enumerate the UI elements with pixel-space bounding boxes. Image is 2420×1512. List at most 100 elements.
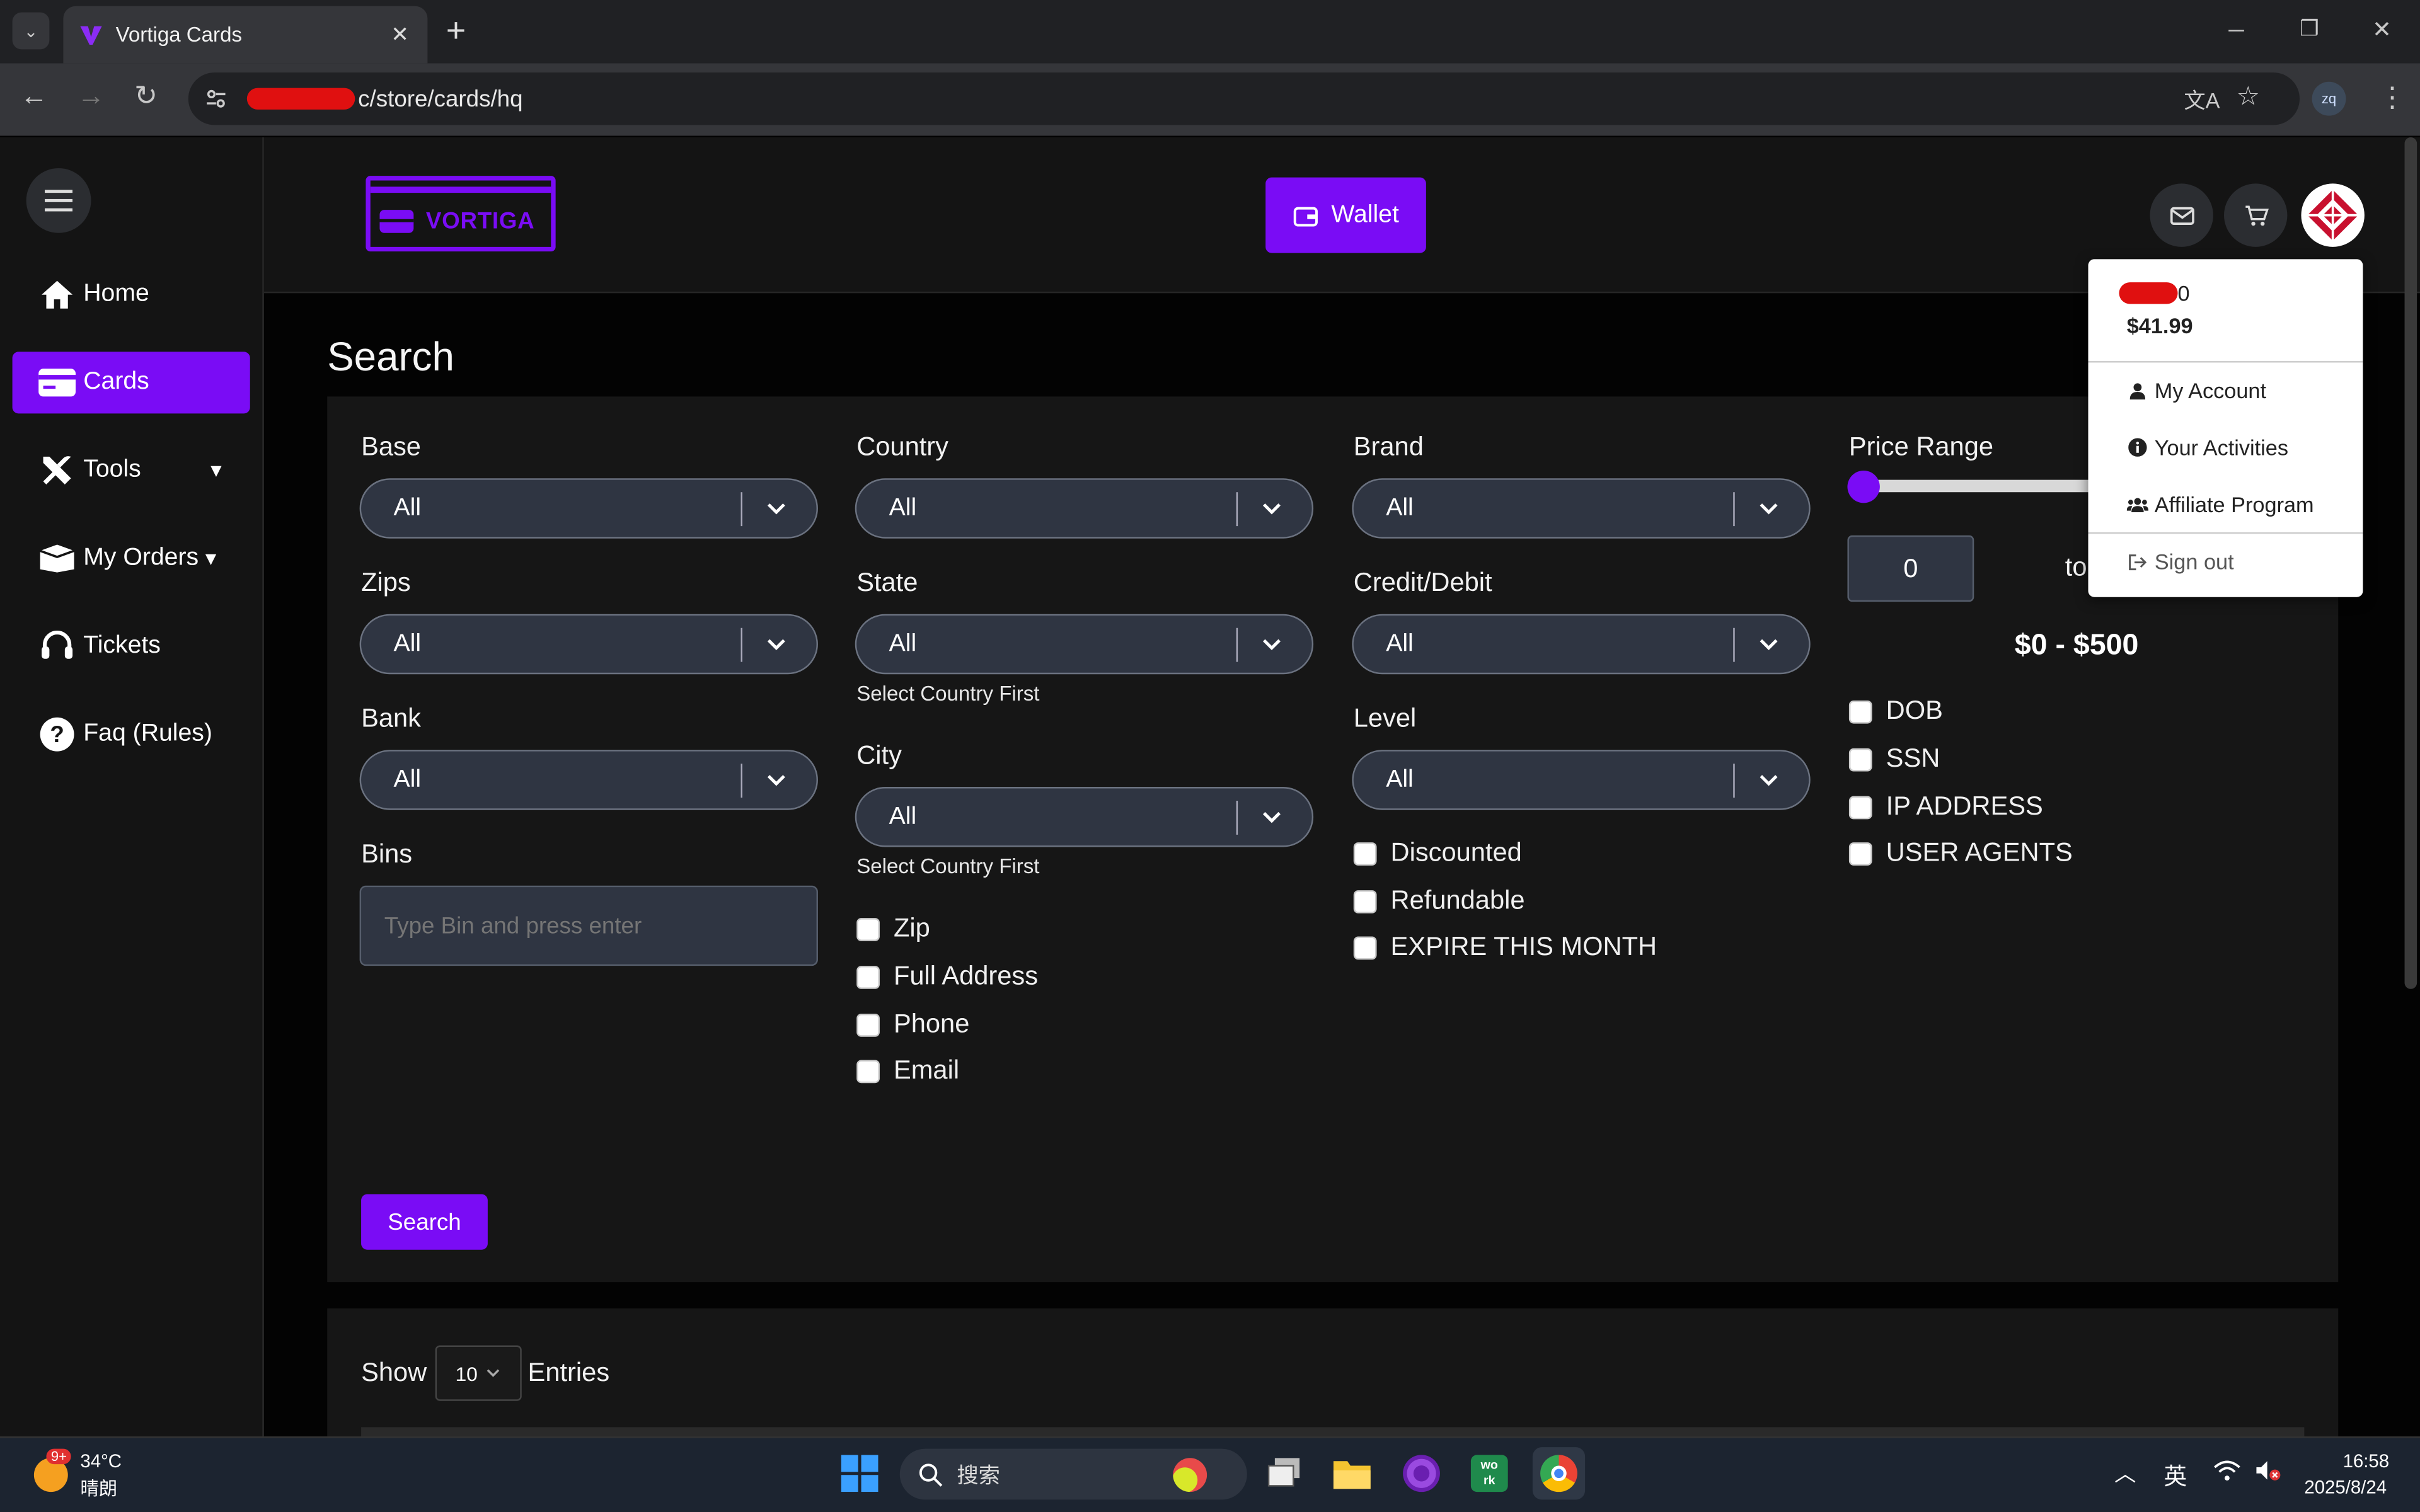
ime-indicator[interactable]: 英 [2164, 1460, 2187, 1492]
sidebar-item-cards[interactable]: Cards [12, 352, 250, 414]
checkbox-box[interactable] [1353, 936, 1377, 959]
menu-item-label: Your Activities [2154, 435, 2288, 460]
profile-avatar[interactable]: zq [2312, 81, 2346, 116]
sign-out-icon [2127, 553, 2148, 570]
divider [2088, 532, 2363, 534]
weather-widget[interactable]: 9+ 34°C 晴朗 [31, 1448, 139, 1501]
wifi-icon[interactable] [2213, 1460, 2241, 1481]
expire-this-month-checkbox[interactable]: EXPIRE THIS MONTH [1353, 932, 1657, 963]
checkbox-box[interactable] [1848, 747, 1872, 771]
zips-select[interactable]: All [359, 614, 818, 675]
hamburger-icon [45, 190, 73, 212]
tab-close-icon[interactable]: ✕ [391, 21, 409, 48]
bookmark-star-icon[interactable]: ☆ [2237, 82, 2260, 113]
menu-item-my-account[interactable]: My Account [2127, 378, 2266, 403]
messages-button[interactable] [2150, 183, 2213, 247]
price-min-input[interactable] [1847, 535, 1974, 602]
menu-item-sign-out[interactable]: Sign out [2127, 549, 2234, 574]
entries-select[interactable]: 10 [435, 1345, 522, 1401]
sidebar-item-tickets[interactable]: Tickets [13, 616, 250, 677]
address-bar[interactable]: c/store/cards/hq 文A ☆ [188, 72, 2300, 125]
sidebar-item-home[interactable]: Home [13, 264, 250, 326]
user-agents-checkbox[interactable]: USER AGENTS [1848, 838, 2073, 869]
taskbar-search[interactable]: 搜索 [899, 1448, 1247, 1500]
discounted-checkbox[interactable]: Discounted [1353, 837, 1522, 869]
browser-menu-icon[interactable]: ⋮ [2378, 82, 2406, 114]
start-button[interactable] [833, 1447, 885, 1499]
wallet-button[interactable]: Wallet [1265, 177, 1426, 253]
username-suffix: 0 [2177, 280, 2190, 306]
phone-checkbox[interactable]: Phone [856, 1009, 969, 1040]
city-select[interactable]: All [855, 786, 1314, 847]
checkbox-box[interactable] [856, 917, 880, 941]
translate-icon[interactable]: 文A [2184, 85, 2220, 116]
menu-item-affiliate-program[interactable]: Affiliate Program [2126, 492, 2314, 517]
forward-icon[interactable]: → [77, 80, 105, 112]
speaker-muted-icon[interactable] [2255, 1460, 2283, 1481]
credit-debit-select[interactable]: All [1352, 614, 1811, 675]
email-checkbox[interactable]: Email [856, 1055, 959, 1086]
work-app-button[interactable]: wo rk [1463, 1447, 1516, 1499]
sidebar-item-faq[interactable]: ? Faq (Rules) [13, 704, 250, 765]
checkbox-label: SSN [1886, 743, 1940, 773]
dob-checkbox[interactable]: DOB [1848, 696, 1943, 726]
city-label: City [856, 740, 902, 770]
tray-overflow-icon[interactable]: ︿ [2114, 1458, 2136, 1489]
checkbox-label: Discounted [1390, 837, 1522, 868]
file-explorer-button[interactable] [1326, 1447, 1378, 1499]
checkbox-box[interactable] [856, 1012, 880, 1036]
ip-address-checkbox[interactable]: IP ADDRESS [1848, 791, 2043, 822]
clock-date[interactable]: 2025/8/24 [2304, 1477, 2387, 1498]
checkbox-box[interactable] [1353, 889, 1377, 913]
menu-item-your-activities[interactable]: Your Activities [2127, 435, 2288, 460]
tab-search-button[interactable]: ⌄ [12, 12, 50, 50]
bins-input[interactable] [359, 885, 818, 966]
chevron-down-icon [1753, 638, 1784, 651]
box-icon [37, 543, 78, 574]
cart-button[interactable] [2224, 183, 2288, 247]
checkbox-box[interactable] [1353, 841, 1377, 865]
back-icon[interactable]: ← [20, 80, 48, 112]
level-select[interactable]: All [1352, 750, 1811, 810]
sidebar-item-label: My Orders [83, 544, 199, 571]
user-avatar[interactable] [2301, 183, 2365, 247]
checkbox-box[interactable] [1848, 795, 1872, 819]
checkbox-box[interactable] [1848, 841, 1872, 865]
checkbox-label: DOB [1886, 696, 1943, 726]
sidebar: Home Cards Tools ▼ My Orders ▼ Tickets ?… [0, 137, 264, 1437]
price-slider-handle[interactable] [1847, 470, 1880, 503]
sidebar-item-my-orders[interactable]: My Orders ▼ [13, 528, 250, 590]
country-select[interactable]: All [855, 478, 1314, 539]
bins-label: Bins [361, 839, 413, 869]
state-select[interactable]: All [855, 614, 1314, 675]
ssn-checkbox[interactable]: SSN [1848, 743, 1940, 774]
bank-select[interactable]: All [359, 750, 818, 810]
hamburger-button[interactable] [26, 168, 91, 233]
checkbox-box[interactable] [1848, 699, 1872, 723]
price-slider-track[interactable] [1861, 479, 2109, 493]
zip-checkbox[interactable]: Zip [856, 914, 930, 944]
task-view-button[interactable] [1258, 1447, 1310, 1499]
refundable-checkbox[interactable]: Refundable [1353, 886, 1525, 917]
vortiga-favicon-icon [79, 23, 103, 47]
vortiga-logo[interactable]: VORTIGA [366, 176, 556, 252]
minimize-icon[interactable]: ─ [2228, 17, 2244, 42]
browser-tab[interactable]: Vortiga Cards ✕ [63, 6, 428, 64]
full-address-checkbox[interactable]: Full Address [856, 961, 1038, 992]
new-tab-button[interactable]: + [446, 11, 466, 51]
reload-icon[interactable]: ↻ [134, 80, 158, 112]
site-info-icon[interactable] [204, 88, 228, 110]
search-button[interactable]: Search [361, 1194, 488, 1250]
sidebar-item-tools[interactable]: Tools ▼ [13, 440, 250, 501]
chrome-button[interactable] [1532, 1447, 1586, 1500]
checkbox-box[interactable] [856, 965, 880, 988]
restore-icon[interactable]: ❐ [2300, 15, 2319, 42]
tor-browser-button[interactable] [1395, 1447, 1448, 1499]
brand-select[interactable]: All [1352, 478, 1811, 539]
page-scrollbar[interactable] [2404, 137, 2417, 989]
close-window-icon[interactable]: ✕ [2372, 15, 2392, 43]
checkbox-box[interactable] [856, 1059, 880, 1082]
clock-time[interactable]: 16:58 [2343, 1450, 2390, 1472]
base-select[interactable]: All [359, 478, 818, 539]
entries-value: 10 [455, 1361, 478, 1385]
